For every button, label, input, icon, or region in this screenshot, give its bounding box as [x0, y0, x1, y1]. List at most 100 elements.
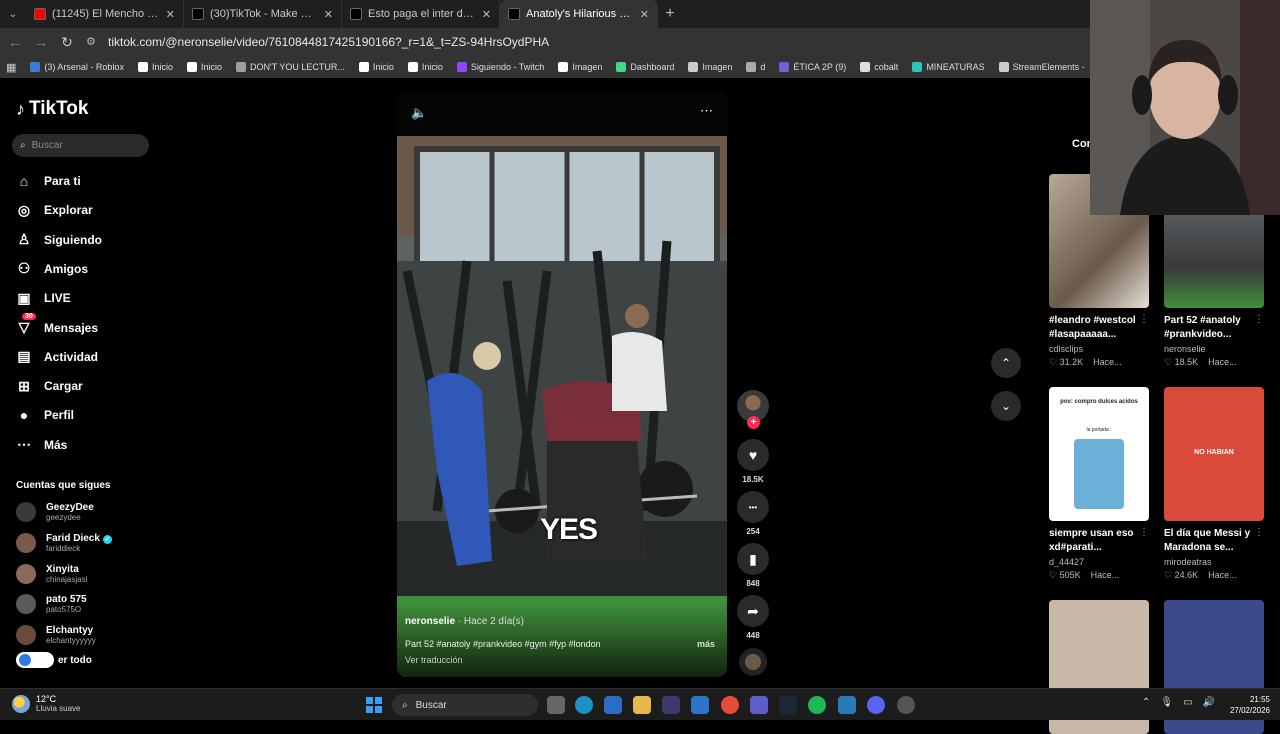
bookmark-item[interactable]: cobalt	[860, 62, 898, 72]
reload-icon[interactable]: ↻	[60, 34, 74, 51]
sidebar-item-actividad[interactable]: ▤ Actividad	[16, 346, 98, 368]
forward-arrow-icon[interactable]: →	[34, 34, 48, 50]
following-account[interactable]: Xinyita chinajasjasl	[16, 562, 87, 586]
more-options-icon[interactable]: ⋮	[1139, 527, 1149, 538]
following-account[interactable]: Farid Dieck ✓ fariddieck	[16, 531, 112, 555]
like-action[interactable]: ♥ 18.5K	[737, 439, 769, 484]
video-author[interactable]: d_44427	[1049, 557, 1149, 567]
mic-icon[interactable]: 🎙	[1160, 697, 1173, 708]
browser-tab[interactable]: Anatoly's Hilarious Gym Pr ✕	[500, 0, 658, 28]
teams-icon[interactable]	[750, 696, 768, 714]
browser-tab[interactable]: (30)TikTok - Make Your Day ✕	[184, 0, 342, 28]
new-tab-button[interactable]: +	[658, 5, 682, 23]
store-icon[interactable]	[662, 696, 680, 714]
sidebar-item-mensajes[interactable]: ▽ 30 Mensajes	[16, 313, 98, 339]
next-video-button[interactable]: ⌄	[991, 391, 1021, 421]
comment-icon[interactable]: •••	[737, 491, 769, 523]
sidebar-item-cargar[interactable]: ⊞ Cargar	[16, 375, 83, 397]
bookmark-item[interactable]: StreamElements -	[998, 62, 1085, 72]
taskbar-search[interactable]: ⌕ Buscar	[392, 694, 538, 716]
more-options-icon[interactable]: ⋮	[1254, 527, 1264, 538]
bookmark-item[interactable]: Inicio	[407, 62, 443, 72]
following-account[interactable]: Elchantyy elchantyyyyyy	[16, 623, 96, 647]
close-icon[interactable]: ✕	[324, 8, 333, 21]
system-clock[interactable]: 21:55 27/02/2026	[1230, 694, 1270, 716]
heart-icon[interactable]: ♥	[737, 439, 769, 471]
back-arrow-icon[interactable]: ←	[8, 34, 22, 50]
site-info-icon[interactable]: ⚙	[86, 35, 100, 49]
volume-icon[interactable]: 🔈	[411, 105, 427, 121]
music-disc[interactable]	[739, 648, 767, 676]
bookmark-item[interactable]: Imagen	[688, 62, 732, 72]
share-action[interactable]: ➦ 448	[737, 595, 769, 640]
url-field[interactable]: ⚙ tiktok.com/@neronselie/video/761084481…	[86, 31, 1082, 53]
close-icon[interactable]: ✕	[166, 8, 175, 21]
bookmark-item[interactable]: Siguiendo - Twitch	[456, 62, 544, 72]
weather-widget[interactable]: 12°C Lluvia suave	[12, 694, 80, 714]
sidebar-item-perfil[interactable]: ● Perfil	[16, 404, 74, 426]
toggle-switch[interactable]	[16, 652, 54, 668]
steam-icon[interactable]	[779, 696, 797, 714]
sidebar-item-explorar[interactable]: ◎ Explorar	[16, 199, 93, 221]
discord-icon[interactable]	[867, 696, 885, 714]
search-input[interactable]: ⌕ Buscar	[12, 134, 149, 157]
video-thumbnail[interactable]: pov: compro dulces acidos la portada :	[1049, 387, 1149, 521]
bookmark-item[interactable]: Imagen	[558, 62, 602, 72]
tray-chevron-up-icon[interactable]: ⌃	[1142, 697, 1150, 708]
share-icon[interactable]: ➦	[737, 595, 769, 627]
author-name[interactable]: neronselie	[405, 616, 455, 627]
bookmark-icon[interactable]: ▮	[737, 543, 769, 575]
see-translation-link[interactable]: Ver traducción	[405, 655, 463, 665]
sidebar-item-siguiendo[interactable]: ♙ Siguiendo	[16, 229, 102, 251]
bookmark-item[interactable]: d	[746, 62, 765, 72]
bookmark-item[interactable]: Dashboard	[616, 62, 674, 72]
bookmark-item[interactable]: Inicio	[186, 62, 222, 72]
settings-gear-icon[interactable]	[897, 696, 915, 714]
bookmark-item[interactable]: ÉTICA 2P (9)	[779, 62, 846, 72]
file-explorer-icon[interactable]	[633, 696, 651, 714]
more-options-icon[interactable]: ⋮	[1139, 314, 1149, 325]
more-options-icon[interactable]: ⋮	[1254, 314, 1264, 325]
browser-tab[interactable]: Esto paga el inter de Bogotá p ✕	[342, 0, 500, 28]
tiktok-logo[interactable]: ♪ TikTok	[16, 98, 88, 120]
save-action[interactable]: ▮ 848	[737, 543, 769, 588]
video-card[interactable]: NO HABIAN El día que Messi y Maradona se.…	[1164, 387, 1264, 581]
video-author[interactable]: cdlsclips	[1049, 344, 1149, 354]
start-button[interactable]	[366, 697, 382, 713]
video-author[interactable]: neronselie	[1164, 344, 1264, 354]
follow-button[interactable]: +	[747, 416, 760, 429]
sidebar-item-amigos[interactable]: ⚇ Amigos	[16, 258, 88, 280]
more-options-icon[interactable]: ⋯	[700, 103, 713, 119]
close-icon[interactable]: ✕	[482, 8, 491, 21]
bookmark-item[interactable]: Inicio	[137, 62, 173, 72]
browser-tab[interactable]: (11245) El Mencho Murió: Ya no ✕	[26, 0, 184, 28]
comment-action[interactable]: ••• 254	[737, 491, 769, 536]
previous-video-button[interactable]: ⌃	[991, 348, 1021, 378]
network-icon[interactable]: ▭	[1183, 697, 1192, 708]
chrome-icon[interactable]	[721, 696, 739, 714]
following-account[interactable]: pato 575 pato575O	[16, 592, 87, 616]
spotify-icon[interactable]	[808, 696, 826, 714]
bookmark-item[interactable]: DON'T YOU LECTUR...	[235, 62, 345, 72]
more-button[interactable]: más	[697, 639, 715, 649]
video-author[interactable]: mirodeatras	[1164, 557, 1264, 567]
app-icon-2[interactable]	[838, 696, 856, 714]
sidebar-item-live[interactable]: ▣ LIVE	[16, 287, 70, 309]
following-account[interactable]: GeezyDee geezydee	[16, 500, 94, 524]
video-author[interactable]: neronselie · Hace 2 día(s)	[405, 616, 524, 627]
video-player[interactable]: 🔈 ⋯ YES neronselie · Hace 2 día(s) Part …	[397, 91, 727, 677]
video-card[interactable]: pov: compro dulces acidos la portada : sie…	[1049, 387, 1149, 581]
app-icon[interactable]	[691, 696, 709, 714]
bookmark-item[interactable]: (3) Arsenal - Roblox	[30, 62, 124, 72]
volume-tray-icon[interactable]: 🔊	[1203, 697, 1215, 708]
bookmark-item[interactable]: Inicio	[358, 62, 394, 72]
edge-icon[interactable]	[575, 696, 593, 714]
see-all-link[interactable]: er todo	[16, 652, 92, 668]
task-view-icon[interactable]	[547, 696, 565, 714]
sidebar-item-ms[interactable]: ⋯ Más	[16, 434, 67, 456]
tab-search-chevron-icon[interactable]: ⌄	[0, 9, 26, 20]
sidebar-item-parati[interactable]: ⌂ Para ti	[16, 170, 81, 192]
close-icon[interactable]: ✕	[640, 8, 649, 21]
video-thumbnail[interactable]: NO HABIAN	[1164, 387, 1264, 521]
bookmark-item[interactable]: MINEATURAS	[912, 62, 985, 72]
